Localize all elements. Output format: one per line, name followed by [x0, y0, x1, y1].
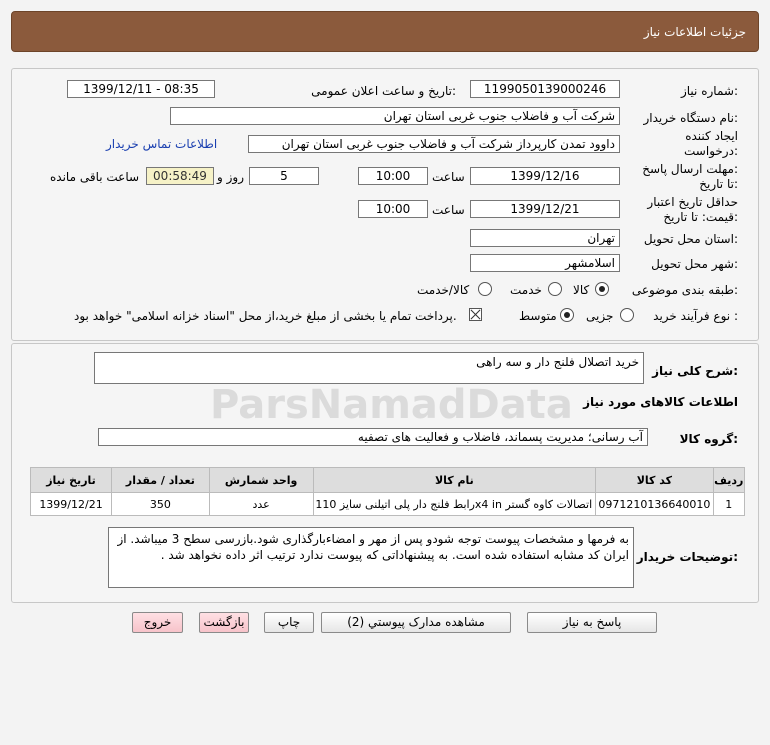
purchase-minor-label: جزیی	[586, 309, 614, 323]
goods-table: تاریخ نیاز تعداد / مقدار واحد شمارش نام …	[29, 467, 746, 516]
buyer-org-label: نام دستگاه خریدار:	[643, 111, 739, 125]
deadline-label-2: تا تاریخ:	[699, 177, 738, 191]
goods-panel: شرح کلی نیاز: خرید اتصلال فلنج دار و سه …	[11, 343, 759, 603]
category-service-radio[interactable]	[548, 282, 562, 296]
treasury-payment-checkbox[interactable]	[469, 308, 482, 321]
col-quantity: تعداد / مقدار	[111, 467, 210, 493]
category-goods-label: کالا	[573, 283, 590, 297]
page-header: جزئیات اطلاعات نیاز	[11, 11, 759, 52]
deadline-label: مهلت ارسال پاسخ:	[642, 162, 738, 176]
creator-label-2: درخواست:	[684, 144, 738, 158]
cell-unit: عدد	[208, 492, 314, 516]
creator-field: داوود تمدن کارپرداز شرکت آب و فاضلاب جنو…	[248, 135, 620, 153]
cell-item-name: رابط فلنج دار پلی اتیلنی سایز 110x4 in ا…	[312, 492, 597, 516]
buyer-org-field: شرکت آب و فاضلاب جنوب غربی استان تهران	[170, 107, 620, 125]
validity-time-field: 10:00	[358, 200, 428, 218]
deadline-time-field: 10:00	[358, 167, 428, 185]
category-goods-radio[interactable]	[595, 282, 609, 296]
city-label: شهر محل تحویل:	[651, 257, 738, 271]
province-field: تهران	[470, 229, 620, 247]
cell-need-date: 1399/12/21	[29, 492, 113, 516]
purchase-medium-label: متوسط	[519, 309, 557, 323]
summary-field: خرید اتصلال فلنج دار و سه راهی	[94, 352, 644, 384]
goods-group-field: آب رسانی؛ مدیریت پسماند، فاضلاب و فعالیت…	[98, 428, 648, 446]
goods-info-title: اطلاعات کالاهای مورد نیاز	[583, 395, 738, 409]
province-label: استان محل تحویل:	[643, 232, 738, 246]
buyer-contact-link[interactable]: اطلاعات تماس خریدار	[106, 137, 217, 151]
table-header-row: تاریخ نیاز تعداد / مقدار واحد شمارش نام …	[29, 467, 746, 493]
buyer-notes-field: به فرمها و مشخصات پیوست توجه شودو پس از …	[108, 527, 634, 588]
creator-label: ایجاد کننده	[685, 129, 738, 143]
view-attachments-button[interactable]: مشاهده مدارک پیوستي (2)	[321, 612, 511, 633]
need-number-label: شماره نیاز:	[680, 84, 738, 98]
print-button[interactable]: چاپ	[264, 612, 314, 633]
request-info-panel: شماره نیاز: 1199050139000246 تاریخ و ساع…	[11, 68, 759, 341]
col-item-name: نام کالا	[312, 467, 597, 493]
days-label: روز و	[217, 170, 244, 184]
validity-label-2: قیمت: تا تاریخ:	[663, 210, 738, 224]
announce-label: تاریخ و ساعت اعلان عمومی:	[311, 84, 456, 98]
col-need-date: تاریخ نیاز	[29, 467, 113, 493]
col-row-number: ردیف	[712, 467, 746, 493]
purchase-minor-radio[interactable]	[620, 308, 634, 322]
need-number-field: 1199050139000246	[470, 80, 620, 98]
category-both-radio[interactable]	[478, 282, 492, 296]
days-remaining-field: 5	[249, 167, 319, 185]
treasury-payment-note: پرداخت تمام یا بخشی از مبلغ خرید،از محل …	[74, 309, 457, 323]
category-service-label: خدمت	[510, 283, 542, 297]
deadline-date-field: 1399/12/16	[470, 167, 620, 185]
announce-field: 1399/12/11 - 08:35	[67, 80, 215, 98]
page-title: جزئیات اطلاعات نیاز	[643, 25, 746, 39]
cell-row-number: 1	[712, 492, 746, 516]
validity-label: حداقل تاریخ اعتبار	[647, 195, 738, 209]
goods-group-label: گروه کالا:	[679, 432, 738, 446]
validity-date-field: 1399/12/21	[470, 200, 620, 218]
col-unit: واحد شمارش	[208, 467, 314, 493]
city-field: اسلامشهر	[470, 254, 620, 272]
purchase-medium-radio[interactable]	[560, 308, 574, 322]
remaining-time-field: 00:58:49	[146, 167, 214, 185]
table-row: 1399/12/21 350 عدد رابط فلنج دار پلی اتی…	[29, 492, 746, 516]
validity-time-label: ساعت	[432, 203, 465, 217]
deadline-time-label: ساعت	[432, 170, 465, 184]
buyer-notes-label: توضیحات خریدار:	[636, 550, 738, 564]
cell-quantity: 350	[111, 492, 210, 516]
back-button[interactable]: بازگشت	[199, 612, 249, 633]
reply-button[interactable]: پاسخ به نیاز	[527, 612, 657, 633]
category-both-label: کالا/خدمت	[417, 283, 470, 297]
col-item-code: کد کالا	[595, 467, 714, 493]
exit-button[interactable]: خروج	[132, 612, 183, 633]
purchase-type-label: نوع فرآیند خرید :	[653, 309, 738, 323]
remaining-time-label: ساعت باقی مانده	[50, 170, 140, 184]
category-label: طبقه بندی موضوعی:	[631, 283, 738, 297]
summary-label: شرح کلی نیاز:	[652, 364, 738, 378]
cell-item-code: 0971210136640010	[595, 492, 714, 516]
